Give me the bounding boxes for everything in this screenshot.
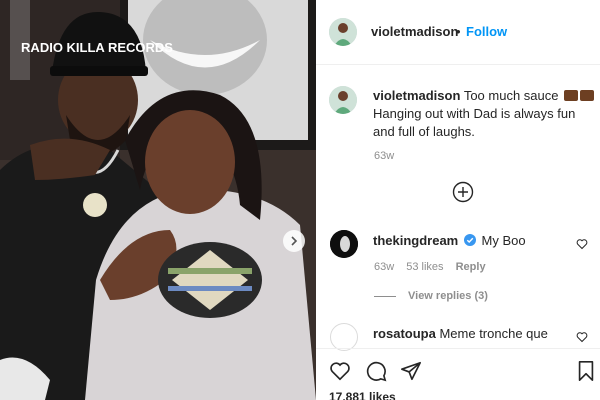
comment-meta: 63w 53 likes Reply — [374, 261, 495, 273]
comment-text: Meme tronche que — [439, 326, 548, 341]
avatar-image — [329, 86, 357, 114]
photo-image: RADIO KILLA RECORDS — [0, 0, 316, 400]
plus-circle-icon[interactable] — [452, 181, 474, 203]
comment-age: 63w — [374, 261, 395, 273]
post-photo[interactable]: RADIO KILLA RECORDS — [0, 0, 316, 400]
caption-username[interactable]: violetmadison — [373, 88, 460, 103]
caption-text: Too much sauce — [463, 88, 559, 103]
verified-badge-icon — [463, 234, 476, 246]
cap-logo-text: RADIO KILLA RECORDS — [21, 40, 173, 55]
replies-line — [374, 295, 396, 297]
comment-2: rosatoupa Meme tronche que — [373, 326, 548, 341]
likes-count[interactable]: 17,881 likes — [329, 390, 396, 400]
heart-icon[interactable] — [576, 331, 588, 343]
view-replies-label: View replies (3) — [408, 290, 488, 302]
share-icon[interactable] — [400, 360, 422, 382]
comment-icon[interactable] — [365, 360, 387, 382]
comment-1: thekingdream My Boo — [373, 233, 526, 248]
comment-username[interactable]: thekingdream — [373, 233, 458, 248]
caption-age: 63w — [374, 150, 395, 162]
separator-dot: • — [456, 24, 461, 39]
comment-username[interactable]: rosatoupa — [373, 326, 436, 341]
bookmark-icon[interactable] — [575, 360, 597, 382]
caption-text-line2: Hanging out with Dad is always fun and f… — [373, 106, 576, 139]
avatar-image — [329, 18, 357, 46]
comment-avatar[interactable] — [330, 323, 358, 351]
view-replies-button[interactable]: View replies (3) — [374, 290, 488, 302]
emoji-icon — [580, 90, 595, 101]
chevron-right-icon — [291, 236, 298, 246]
author-avatar[interactable] — [329, 18, 357, 46]
avatar-image — [330, 230, 358, 258]
caption-avatar[interactable] — [329, 86, 357, 114]
author-username[interactable]: violetmadison — [371, 24, 458, 39]
comment-likes[interactable]: 53 likes — [406, 261, 443, 273]
comment-text: My Boo — [481, 233, 526, 248]
header-divider — [316, 64, 600, 65]
heart-icon[interactable] — [576, 238, 588, 250]
follow-button[interactable]: Follow — [466, 24, 507, 39]
post-caption: violetmadison Too much sauce Hanging out… — [373, 87, 595, 141]
comment-avatar[interactable] — [330, 230, 358, 258]
emoji-icon — [564, 90, 579, 101]
like-heart-icon[interactable] — [329, 360, 351, 382]
actions-divider — [316, 348, 600, 349]
next-photo-button[interactable] — [283, 230, 305, 252]
reply-button[interactable]: Reply — [456, 261, 486, 273]
